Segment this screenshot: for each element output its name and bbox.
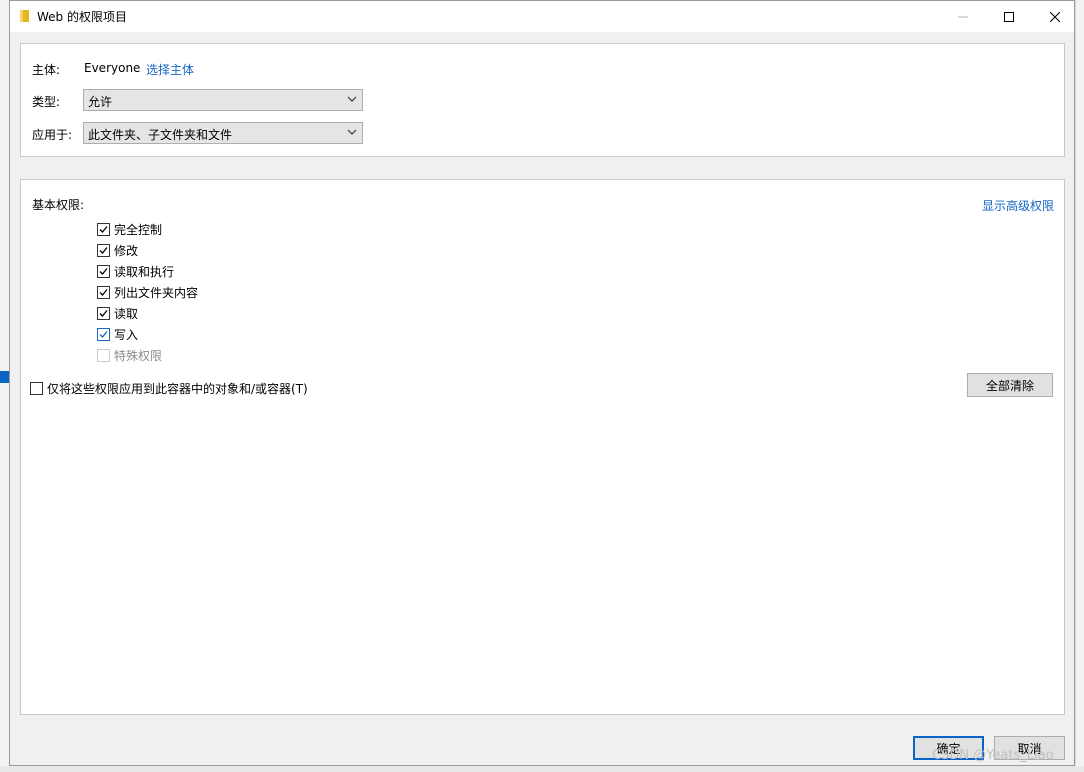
principal-label: 主体:: [32, 63, 61, 77]
checkmark-icon: [99, 225, 108, 233]
clear-all-button[interactable]: 全部清除: [967, 373, 1053, 397]
checkbox[interactable]: [97, 306, 110, 320]
basic-permissions-heading: 基本权限:: [32, 198, 85, 212]
folder-icon: [20, 10, 29, 22]
permission-label: 写入: [114, 327, 139, 342]
checkmark-icon: [99, 288, 108, 296]
checkbox[interactable]: [97, 264, 110, 278]
checkmark-icon: [99, 309, 108, 317]
principal-panel: 主体: Everyone 选择主体 类型: 允许 应用于: 此文件夹、子文件夹和…: [20, 43, 1065, 157]
checkbox[interactable]: [30, 381, 43, 395]
show-advanced-permissions-link[interactable]: 显示高级权限: [982, 197, 1054, 214]
permission-label: 读取: [114, 306, 139, 321]
close-button[interactable]: [1032, 1, 1078, 32]
checkbox[interactable]: [97, 243, 110, 257]
checkbox[interactable]: [97, 327, 110, 341]
permission-full-control[interactable]: 完全控制: [97, 221, 162, 237]
checkmark-icon: [99, 330, 108, 338]
permission-read-execute[interactable]: 读取和执行: [97, 263, 174, 279]
permission-label: 完全控制: [114, 222, 163, 237]
applies-to-selected-value: 此文件夹、子文件夹和文件: [88, 128, 233, 142]
apply-to-container-only[interactable]: 仅将这些权限应用到此容器中的对象和/或容器(T): [30, 380, 308, 396]
background-window-bottom: [0, 766, 1084, 772]
minimize-icon: [958, 16, 968, 17]
maximize-button[interactable]: [986, 1, 1032, 32]
select-principal-link[interactable]: 选择主体: [146, 61, 194, 78]
minimize-button[interactable]: [940, 1, 986, 32]
applies-to-label: 应用于:: [32, 128, 73, 142]
checkmark-icon: [99, 267, 108, 275]
title-bar[interactable]: Web 的权限项目: [10, 1, 1074, 32]
permission-label: 修改: [114, 243, 139, 258]
type-label: 类型:: [32, 95, 61, 109]
watermark: CSDN @Yeats_Liao: [932, 748, 1054, 763]
apply-to-container-only-label: 仅将这些权限应用到此容器中的对象和/或容器(T): [47, 381, 308, 396]
permission-entry-dialog: Web 的权限项目 主体: Everyone 选择主体 类型: 允许 应用于: …: [9, 0, 1075, 766]
permission-list-folder[interactable]: 列出文件夹内容: [97, 284, 198, 300]
checkbox[interactable]: [97, 222, 110, 236]
checkmark-icon: [99, 246, 108, 254]
background-selection-marker: [0, 371, 9, 383]
permission-special: 特殊权限: [97, 347, 162, 363]
principal-value: Everyone: [84, 61, 141, 75]
type-selected-value: 允许: [88, 95, 113, 109]
permission-label: 特殊权限: [114, 348, 163, 363]
permission-read[interactable]: 读取: [97, 305, 138, 321]
chevron-down-icon: [347, 96, 357, 102]
permission-label: 读取和执行: [114, 264, 175, 279]
permission-modify[interactable]: 修改: [97, 242, 138, 258]
permission-label: 列出文件夹内容: [114, 285, 199, 300]
applies-to-select[interactable]: 此文件夹、子文件夹和文件: [83, 122, 363, 144]
window-title: Web 的权限项目: [37, 10, 127, 24]
permission-write[interactable]: 写入: [97, 326, 138, 342]
maximize-icon: [1004, 11, 1014, 22]
checkbox: [97, 348, 110, 362]
chevron-down-icon: [347, 129, 357, 135]
background-window-right: [1075, 0, 1084, 772]
basic-permissions-panel: 基本权限: 显示高级权限 完全控制 修改 读取和执行 列出文件夹内容 读取 写入…: [20, 179, 1065, 715]
type-select[interactable]: 允许: [83, 89, 363, 111]
close-icon: [1050, 11, 1060, 22]
checkbox[interactable]: [97, 285, 110, 299]
